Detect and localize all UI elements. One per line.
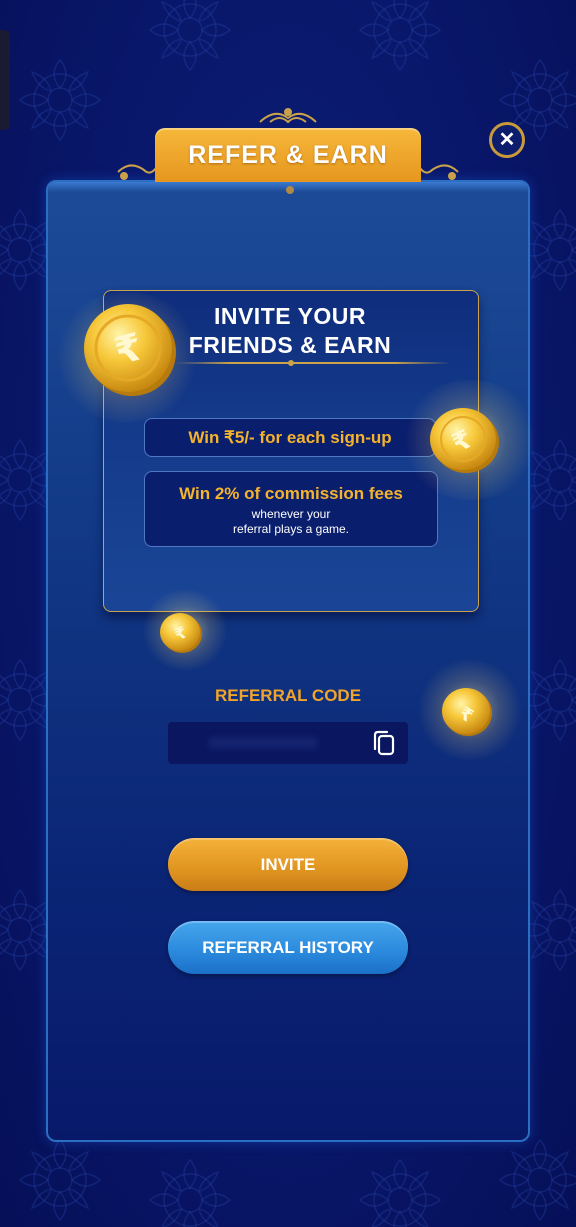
signup-reward-text: Win ₹5/- for each sign-up	[188, 427, 392, 447]
commission-subtext-line1: whenever your	[251, 507, 331, 521]
page-title: REFER & EARN	[188, 140, 388, 169]
left-edge-handle	[0, 30, 10, 130]
title-tab: REFER & EARN	[155, 128, 421, 182]
close-icon: ✕	[498, 129, 516, 151]
invite-button[interactable]: INVITE	[168, 838, 408, 891]
copy-icon[interactable]	[368, 727, 400, 759]
panel-dot	[286, 186, 294, 194]
card-title-line2: FRIENDS & EARN	[188, 332, 392, 358]
referral-code-label: REFERRAL CODE	[214, 686, 362, 705]
commission-subtext-line2: referral plays a game.	[232, 522, 350, 536]
signup-reward-pill: Win ₹5/- for each sign-up	[144, 418, 436, 457]
referral-code-value	[208, 737, 318, 749]
card-title-line1: INVITE YOUR	[213, 303, 367, 329]
referral-history-button[interactable]: REFERRAL HISTORY	[168, 921, 408, 974]
close-button[interactable]: ✕	[489, 122, 525, 158]
commission-reward-pill: Win 2% of commission fees whenever your …	[144, 471, 438, 547]
commission-title: Win 2% of commission fees	[179, 484, 403, 503]
referral-code-field	[168, 722, 408, 764]
card-divider-dot	[288, 360, 294, 366]
card-divider	[175, 362, 450, 364]
